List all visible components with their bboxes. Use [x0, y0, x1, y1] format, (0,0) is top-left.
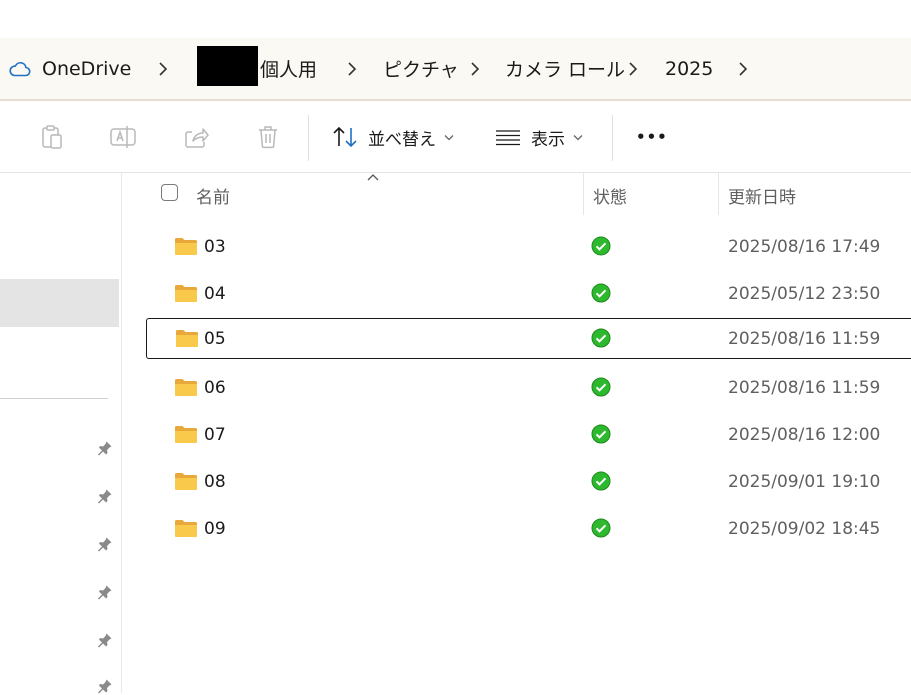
column-header-modified[interactable]: 更新日時 [728, 173, 796, 217]
modified-date: 2025/05/12 23:50 [728, 283, 881, 304]
folder-icon [175, 238, 197, 255]
table-row[interactable]: 09 2025/09/02 18:45 [146, 508, 911, 549]
modified-date: 2025/08/16 11:59 [728, 377, 881, 398]
column-header-name[interactable]: 名前 [196, 173, 230, 217]
sort-arrows-icon [333, 126, 357, 148]
column-divider[interactable] [583, 173, 584, 215]
redacted-account [197, 46, 258, 86]
breadcrumb-label: カメラ ロール [505, 59, 626, 81]
breadcrumb-camera-roll[interactable]: カメラ ロール [505, 38, 625, 99]
nav-item-selected[interactable] [0, 279, 119, 327]
sort-button[interactable]: 並べ替え [332, 119, 454, 155]
chevron-right-icon[interactable] [344, 38, 360, 99]
file-name: 04 [204, 283, 226, 304]
chevron-right-icon[interactable] [735, 38, 751, 99]
synced-check-icon [591, 377, 611, 397]
synced-check-icon [591, 471, 611, 491]
share-icon[interactable] [182, 123, 210, 151]
pin-icon[interactable] [96, 583, 114, 601]
file-name: 03 [204, 236, 226, 257]
breadcrumb-label: OneDrive [42, 57, 132, 80]
modified-date: 2025/08/16 17:49 [728, 236, 881, 257]
modified-date: 2025/08/16 11:59 [728, 328, 881, 349]
synced-check-icon [591, 328, 611, 348]
delete-icon[interactable] [254, 123, 282, 151]
chevron-down-icon [573, 134, 583, 141]
modified-date: 2025/09/01 19:10 [728, 471, 881, 492]
modified-date: 2025/09/02 18:45 [728, 518, 881, 539]
file-name: 07 [204, 424, 226, 445]
column-header-status[interactable]: 状態 [593, 173, 627, 217]
breadcrumb-label: ピクチャ [383, 59, 459, 81]
folder-icon [175, 379, 197, 396]
sort-label: 並べ替え [368, 129, 436, 150]
table-row-focused[interactable]: 05 2025/08/16 11:59 [146, 318, 911, 359]
table-row[interactable]: 04 2025/05/12 23:50 [146, 273, 911, 314]
list-header: 名前 状態 更新日時 [122, 173, 911, 217]
cloud-icon [9, 61, 31, 76]
file-name: 05 [204, 328, 226, 349]
chevron-right-icon[interactable] [625, 38, 641, 99]
breadcrumb-2025[interactable]: 2025 [665, 38, 713, 99]
synced-check-icon [591, 424, 611, 444]
more-options-button[interactable]: ••• [636, 119, 668, 155]
pin-icon[interactable] [96, 631, 114, 649]
navigation-pane[interactable] [0, 173, 122, 695]
breadcrumb-label: 個人用 [260, 59, 318, 81]
title-area [0, 0, 911, 38]
view-label: 表示 [531, 129, 565, 150]
view-list-icon [496, 130, 520, 146]
toolbar-separator [308, 115, 309, 161]
rename-icon[interactable] [109, 123, 137, 151]
breadcrumb-label: 2025 [665, 57, 714, 80]
breadcrumb-pictures[interactable]: ピクチャ [383, 38, 459, 99]
table-row[interactable]: 08 2025/09/01 19:10 [146, 461, 911, 502]
modified-date: 2025/08/16 12:00 [728, 424, 881, 445]
folder-icon [175, 520, 197, 537]
folder-icon [175, 426, 197, 443]
pin-icon[interactable] [96, 677, 114, 695]
chevron-right-icon[interactable] [155, 38, 171, 99]
synced-check-icon [591, 518, 611, 538]
view-button[interactable]: 表示 [495, 119, 583, 155]
toolbar-separator [612, 115, 613, 161]
synced-check-icon [591, 283, 611, 303]
paste-icon[interactable] [38, 123, 66, 151]
column-divider[interactable] [718, 173, 719, 215]
address-bar[interactable]: OneDrive 個人用 ピクチャ カメラ ロール 2025 [0, 38, 911, 101]
pin-icon[interactable] [96, 439, 114, 457]
file-name: 09 [204, 518, 226, 539]
file-name: 08 [204, 471, 226, 492]
command-bar: 並べ替え 表示 ••• [0, 101, 911, 173]
folder-icon [176, 330, 198, 347]
table-row[interactable]: 03 2025/08/16 17:49 [146, 226, 911, 267]
chevron-down-icon [444, 134, 454, 141]
folder-icon [175, 473, 197, 490]
chevron-right-icon[interactable] [467, 38, 483, 99]
table-row[interactable]: 07 2025/08/16 12:00 [146, 414, 911, 455]
synced-check-icon [591, 236, 611, 256]
pin-icon[interactable] [96, 535, 114, 553]
file-name: 06 [204, 377, 226, 398]
more-icon: ••• [636, 128, 668, 146]
breadcrumb-onedrive[interactable]: OneDrive [8, 38, 131, 99]
nav-divider [0, 398, 108, 399]
pin-icon[interactable] [96, 487, 114, 505]
breadcrumb-personal[interactable]: 個人用 [260, 38, 317, 99]
folder-icon [175, 285, 197, 302]
table-row[interactable]: 06 2025/08/16 11:59 [146, 367, 911, 408]
